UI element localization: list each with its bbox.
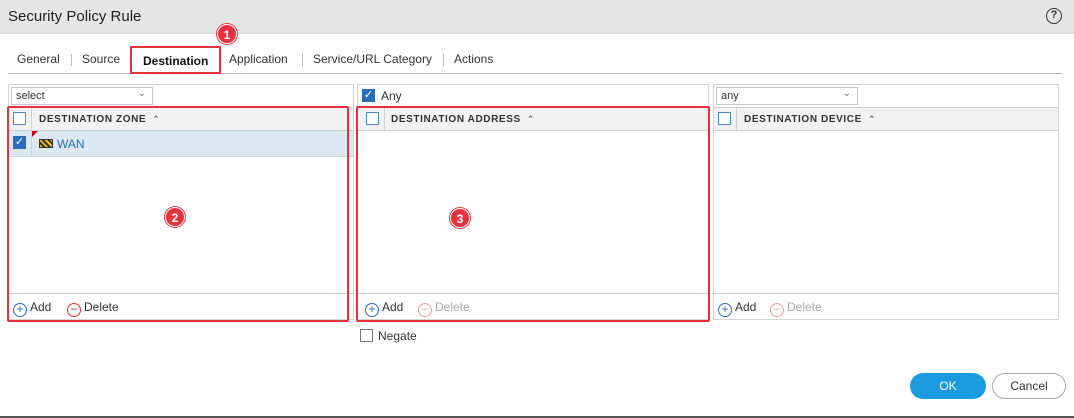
annotation-badge-1: 1	[217, 24, 237, 44]
tab-separator	[71, 54, 72, 66]
sort-ascending-icon[interactable]: ⌃	[868, 114, 876, 124]
tab-separator	[302, 54, 303, 66]
negate-checkbox[interactable]	[360, 329, 373, 342]
device-column-label: DESTINATION DEVICE	[744, 114, 862, 125]
device-delete-button[interactable]: − Delete	[770, 300, 822, 317]
minus-icon: −	[770, 303, 784, 317]
zone-select-value: select	[16, 90, 45, 102]
annotation-outline-address	[356, 106, 710, 322]
device-column-header[interactable]: DESTINATION DEVICE ⌃	[714, 107, 1058, 131]
zone-panel-header: select ⌄	[9, 85, 353, 107]
negate-label: Negate	[378, 329, 417, 343]
dialog-title: Security Policy Rule	[8, 8, 142, 25]
tab-service-url-category[interactable]: Service/URL Category	[313, 52, 432, 66]
select-all-checkbox[interactable]	[718, 112, 731, 125]
annotation-badge-2: 2	[165, 207, 185, 227]
destination-device-panel: any ⌄ DESTINATION DEVICE ⌃ + Add − Delete	[713, 84, 1059, 320]
help-icon[interactable]: ?	[1046, 8, 1062, 24]
device-add-label: Add	[735, 300, 757, 314]
chevron-down-icon: ⌄	[842, 88, 851, 99]
tab-actions[interactable]: Actions	[454, 52, 493, 66]
plus-icon: +	[718, 303, 732, 317]
chevron-down-icon: ⌄	[137, 88, 146, 99]
tab-bar: General Source Destination Application S…	[8, 44, 1062, 74]
tab-application[interactable]: Application	[229, 52, 288, 66]
device-delete-label: Delete	[787, 300, 822, 314]
annotation-badge-3: 3	[450, 208, 470, 228]
cancel-button[interactable]: Cancel	[992, 373, 1066, 399]
tab-separator	[443, 54, 444, 66]
any-address-label: Any	[381, 89, 402, 103]
tab-source[interactable]: Source	[82, 52, 120, 66]
column-divider	[736, 108, 737, 130]
any-address-checkbox[interactable]: ✓	[362, 89, 375, 102]
tab-general[interactable]: General	[17, 52, 60, 66]
device-panel-header: any ⌄	[714, 85, 1058, 107]
device-add-button[interactable]: + Add	[718, 300, 756, 317]
zone-select-dropdown[interactable]: select ⌄	[11, 87, 153, 105]
device-panel-footer: + Add − Delete	[714, 293, 1058, 319]
device-select-value: any	[721, 90, 739, 102]
dialog-titlebar: Security Policy Rule ?	[0, 0, 1074, 34]
device-select-dropdown[interactable]: any ⌄	[716, 87, 858, 105]
tab-destination[interactable]: Destination	[130, 46, 222, 74]
ok-button[interactable]: OK	[910, 373, 986, 399]
